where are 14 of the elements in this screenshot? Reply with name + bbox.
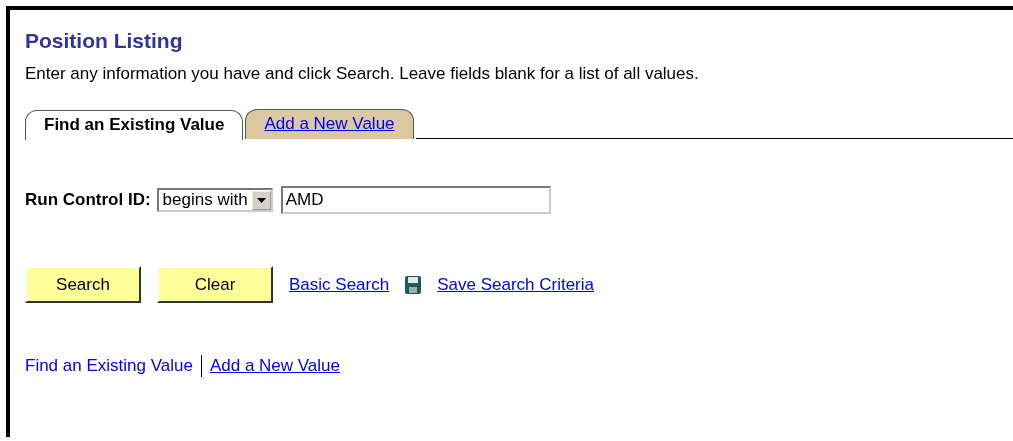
tab[interactable]: Add a New Value — [245, 109, 414, 139]
instructions-text: Enter any information you have and click Search. Leave fields blank for a list of all values. — [25, 64, 700, 84]
save-search-criteria-link[interactable]: Save Search Criteria — [437, 274, 594, 295]
tab[interactable]: Find an Existing Value — [25, 110, 244, 140]
action-button[interactable]: Search — [25, 266, 141, 303]
page-title: Position Listing — [25, 28, 184, 54]
footer-link[interactable]: Find an Existing Value — [25, 356, 193, 376]
run-control-id-field[interactable]: AMD — [280, 186, 551, 214]
field-label: Run Control ID: — [25, 190, 151, 210]
footer-link[interactable]: Add a New Value — [209, 356, 340, 376]
action-button[interactable]: Clear — [157, 266, 273, 303]
basic-search-link[interactable]: Basic Search — [289, 274, 390, 295]
operator-dropdown[interactable]: begins with — [156, 188, 273, 212]
dropdown-arrow-icon[interactable] — [251, 190, 271, 210]
